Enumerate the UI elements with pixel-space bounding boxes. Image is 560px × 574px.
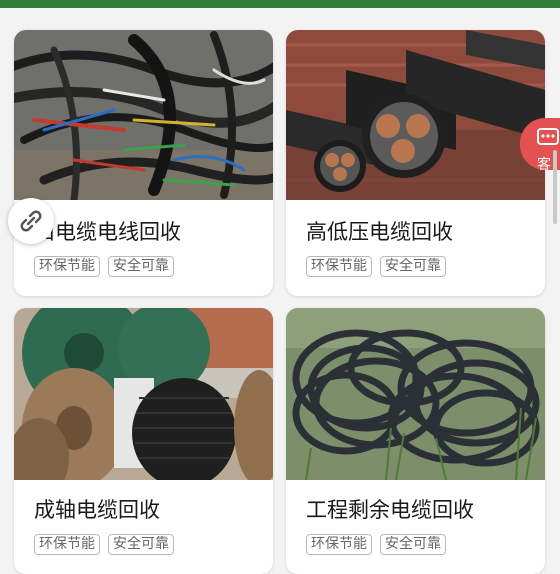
- tag-energy-saving: 环保节能: [34, 256, 100, 277]
- tag-list: 环保节能 安全可靠: [306, 256, 446, 277]
- product-title: 成轴电缆回收: [34, 498, 160, 522]
- tag-list: 环保节能 安全可靠: [306, 534, 446, 555]
- coiled-cable-pile-photo: [286, 308, 545, 480]
- high-voltage-cable-cross-section-photo: [286, 30, 545, 200]
- product-title: 工程剩余电缆回收: [306, 498, 474, 522]
- link-icon: [20, 210, 42, 232]
- cable-reels-photo: [14, 308, 273, 480]
- share-link-button[interactable]: [8, 198, 54, 244]
- chat-icon: [537, 128, 559, 145]
- tag-list: 环保节能 安全可靠: [34, 256, 174, 277]
- customer-service-label: 客: [537, 157, 551, 173]
- scrollbar[interactable]: [553, 150, 557, 224]
- product-card-high-low-voltage[interactable]: 高低压电缆回收 环保节能 安全可靠: [286, 30, 545, 296]
- product-title: 旧电缆电线回收: [34, 220, 181, 244]
- product-card-reel-cable[interactable]: 成轴电缆回收 环保节能 安全可靠: [14, 308, 273, 574]
- tag-safe-reliable: 安全可靠: [380, 534, 446, 555]
- tag-energy-saving: 环保节能: [34, 534, 100, 555]
- tag-safe-reliable: 安全可靠: [380, 256, 446, 277]
- tag-safe-reliable: 安全可靠: [108, 256, 174, 277]
- tag-safe-reliable: 安全可靠: [108, 534, 174, 555]
- tag-energy-saving: 环保节能: [306, 256, 372, 277]
- product-title: 高低压电缆回收: [306, 220, 453, 244]
- top-bar: [0, 0, 560, 8]
- product-card-old-cable[interactable]: 旧电缆电线回收 环保节能 安全可靠: [14, 30, 273, 296]
- product-card-surplus-cable[interactable]: 工程剩余电缆回收 环保节能 安全可靠: [286, 308, 545, 574]
- tag-energy-saving: 环保节能: [306, 534, 372, 555]
- tag-list: 环保节能 安全可靠: [34, 534, 174, 555]
- pile-of-old-cables-photo: [14, 30, 273, 200]
